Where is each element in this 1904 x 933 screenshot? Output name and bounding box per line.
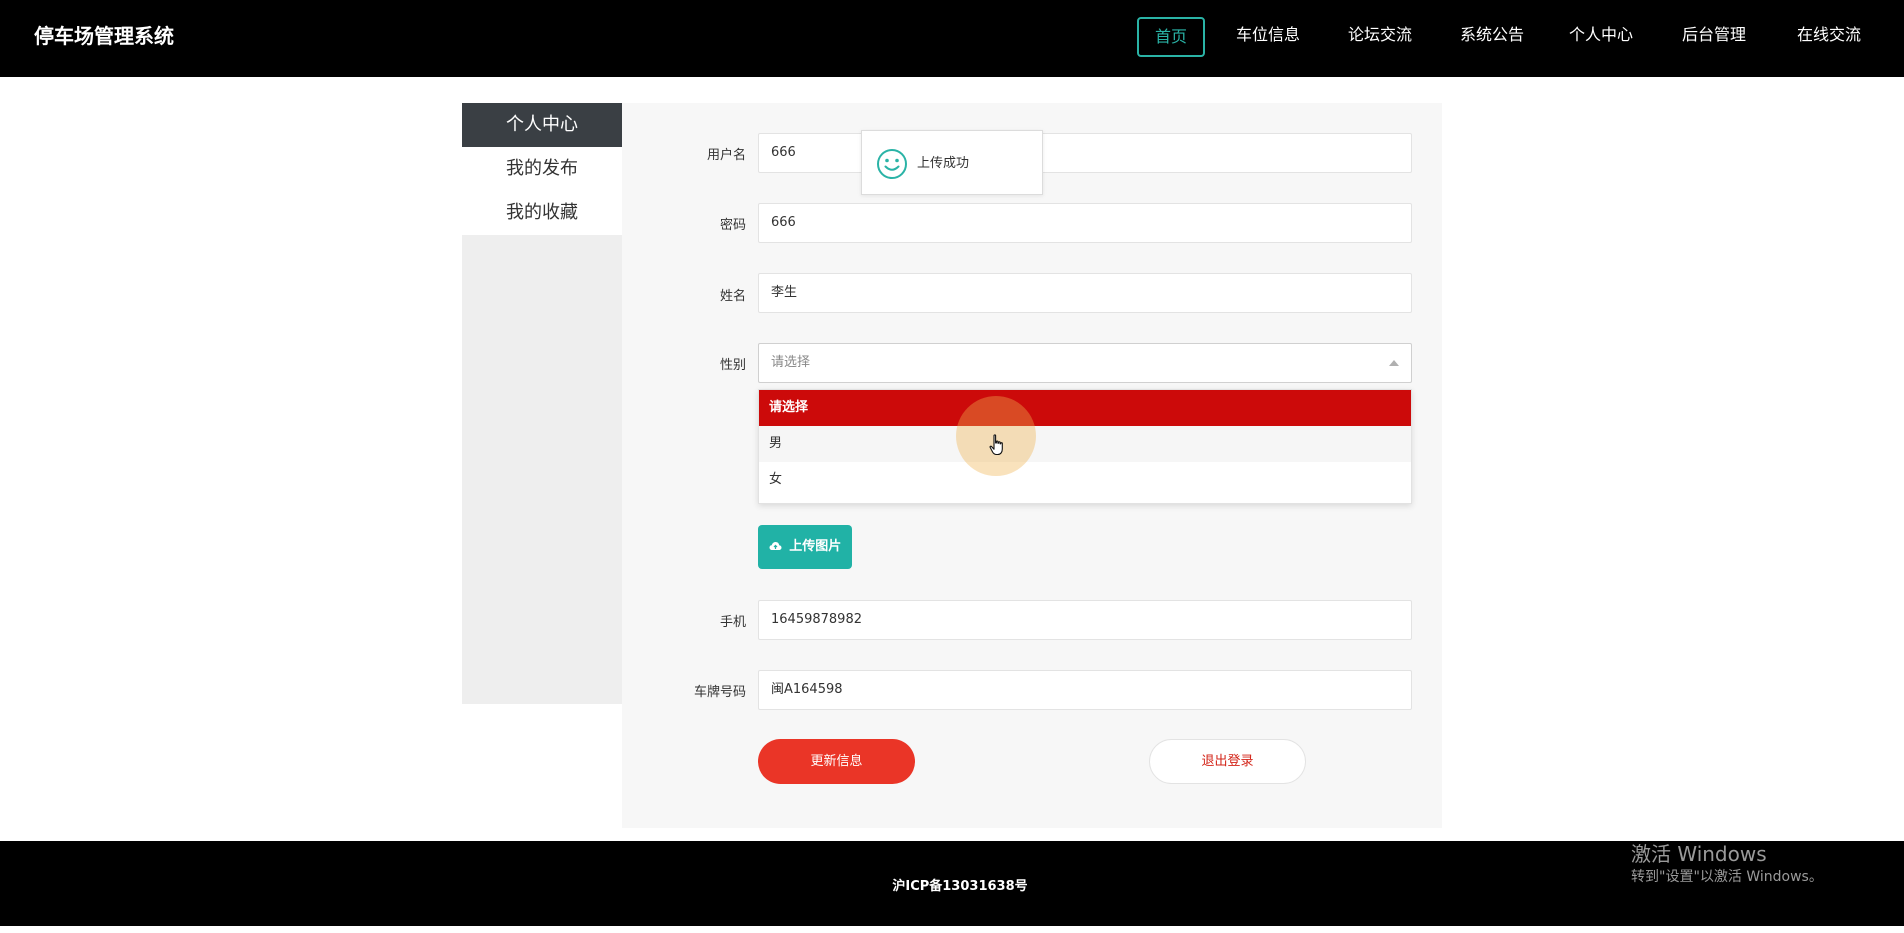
- gender-option-female[interactable]: 女: [759, 462, 1411, 498]
- username-input[interactable]: 666: [758, 133, 1412, 173]
- gender-label: 性别: [719, 358, 746, 373]
- gender-select-value: 请选择: [771, 355, 811, 370]
- name-input[interactable]: 李生: [758, 273, 1412, 313]
- smile-icon: [876, 148, 908, 184]
- top-navbar: 停车场管理系统 首页 车位信息 论坛交流 系统公告 个人中心 后台管理 在线交流: [0, 0, 1904, 77]
- sidebar-item-personal-center[interactable]: 个人中心: [462, 103, 622, 147]
- name-label: 姓名: [719, 289, 746, 304]
- gender-option-placeholder[interactable]: 请选择: [759, 390, 1411, 426]
- gender-option-male[interactable]: 男: [759, 426, 1411, 462]
- footer: 沪ICP备13031638号: [0, 841, 1904, 926]
- nav-parking-info[interactable]: 车位信息: [1230, 17, 1306, 57]
- password-input[interactable]: 666: [758, 203, 1412, 243]
- nav-announcements[interactable]: 系统公告: [1452, 17, 1532, 57]
- windows-activation-hint: 转到"设置"以激活 Windows。: [1631, 869, 1823, 885]
- toast-message: 上传成功: [917, 156, 970, 171]
- sidebar-item-my-favorites[interactable]: 我的收藏: [462, 191, 622, 235]
- nav-admin[interactable]: 后台管理: [1678, 17, 1750, 57]
- sidebar-item-my-posts[interactable]: 我的发布: [462, 147, 622, 191]
- icp-record: 沪ICP备13031638号: [892, 879, 1028, 894]
- username-label: 用户名: [706, 148, 746, 163]
- gender-select[interactable]: 请选择: [758, 343, 1412, 383]
- windows-activation-title: 激活 Windows: [1631, 842, 1767, 866]
- phone-label: 手机: [719, 615, 746, 630]
- nav-home[interactable]: 首页: [1137, 17, 1205, 57]
- password-label: 密码: [719, 218, 746, 233]
- site-title[interactable]: 停车场管理系统: [34, 0, 174, 73]
- phone-input[interactable]: 16459878982: [758, 600, 1412, 640]
- update-info-button[interactable]: 更新信息: [758, 739, 915, 784]
- chevron-up-icon: [1389, 360, 1399, 366]
- plate-number-label: 车牌号码: [693, 685, 746, 700]
- logout-button[interactable]: 退出登录: [1149, 739, 1306, 784]
- upload-image-button[interactable]: 上传图片: [758, 525, 852, 569]
- plate-number-input[interactable]: 闽A164598: [758, 670, 1412, 710]
- upload-success-toast: 上传成功: [861, 130, 1043, 195]
- nav-forum[interactable]: 论坛交流: [1340, 17, 1420, 57]
- nav-online-chat[interactable]: 在线交流: [1791, 17, 1867, 57]
- gender-dropdown-list: 请选择 男 女: [758, 389, 1412, 504]
- sidebar: 个人中心 我的发布 我的收藏: [462, 103, 622, 704]
- upload-image-label: 上传图片: [789, 539, 842, 554]
- cloud-upload-icon: [769, 539, 787, 554]
- nav-personal-center[interactable]: 个人中心: [1565, 17, 1637, 57]
- hand-cursor-icon: [989, 434, 1005, 460]
